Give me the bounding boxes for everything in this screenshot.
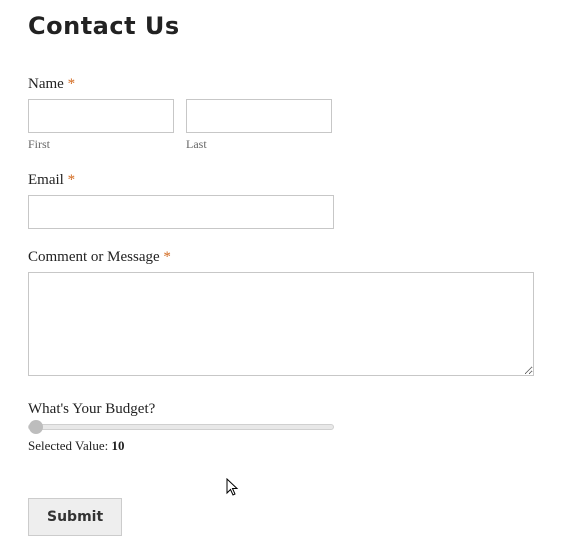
last-name-input[interactable] (186, 99, 332, 133)
email-input[interactable] (28, 195, 334, 229)
email-label: Email * (28, 172, 534, 189)
budget-selected-value: Selected Value: 10 (28, 438, 534, 454)
name-field: Name * First Last (28, 76, 534, 152)
required-mark: * (68, 172, 76, 188)
page-title: Contact Us (28, 12, 534, 40)
selected-value-number: 10 (112, 438, 125, 453)
budget-slider[interactable] (28, 424, 334, 430)
selected-value-label: Selected Value: (28, 438, 112, 453)
message-label-text: Comment or Message (28, 249, 160, 265)
required-mark: * (68, 76, 76, 92)
message-field: Comment or Message * (28, 249, 534, 381)
budget-field: What's Your Budget? Selected Value: 10 (28, 401, 534, 454)
last-name-sublabel: Last (186, 137, 332, 152)
message-label: Comment or Message * (28, 249, 534, 266)
first-name-sublabel: First (28, 137, 174, 152)
required-mark: * (163, 249, 171, 265)
submit-button[interactable]: Submit (28, 498, 122, 536)
slider-track (28, 424, 334, 430)
name-label-text: Name (28, 76, 64, 92)
email-field: Email * (28, 172, 534, 229)
email-label-text: Email (28, 172, 64, 188)
budget-label: What's Your Budget? (28, 401, 534, 418)
message-textarea[interactable] (28, 272, 534, 376)
name-label: Name * (28, 76, 534, 93)
cursor-icon (226, 478, 242, 498)
first-name-input[interactable] (28, 99, 174, 133)
slider-thumb[interactable] (29, 420, 43, 434)
